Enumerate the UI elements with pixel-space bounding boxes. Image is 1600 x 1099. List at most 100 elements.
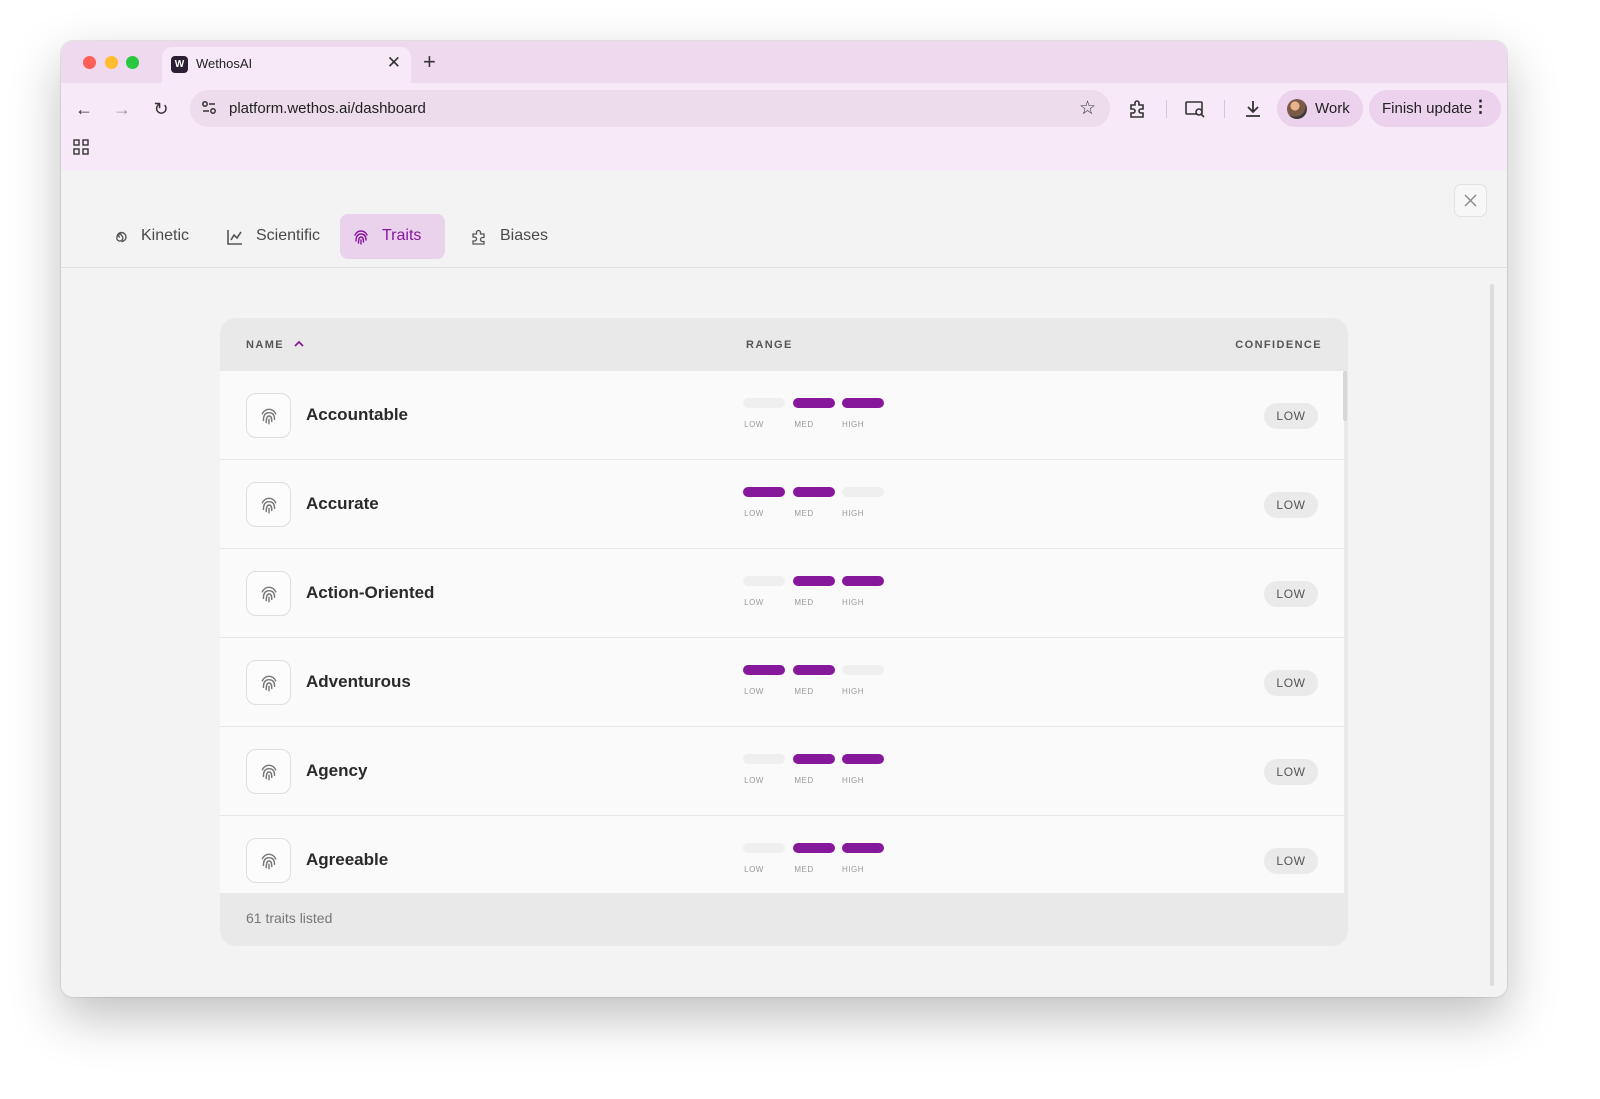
url-text[interactable]: platform.wethos.ai/dashboard [229, 100, 426, 117]
tab-kinetic[interactable]: Kinetic [99, 214, 199, 259]
range-segment [743, 665, 785, 675]
trait-name: Action-Oriented [306, 583, 435, 602]
range-indicator: LOW MED HIGH [743, 576, 893, 612]
close-window-button[interactable] [83, 56, 96, 69]
back-icon[interactable]: ← [72, 97, 96, 121]
column-header-name[interactable]: NAME [246, 339, 284, 351]
new-tab-icon[interactable]: + [423, 49, 436, 75]
confidence-badge: LOW [1264, 759, 1318, 785]
toolbar-divider [1224, 100, 1225, 118]
table-scrollbar[interactable] [1343, 371, 1347, 421]
tab-scientific[interactable]: Scientific [214, 214, 334, 259]
range-label: MED [794, 687, 814, 696]
fingerprint-icon [261, 586, 277, 603]
trait-icon [246, 660, 291, 705]
sort-ascending-icon[interactable] [292, 337, 306, 351]
column-header-range: RANGE [746, 339, 793, 351]
trait-name: Agency [306, 761, 368, 780]
dashboard-page: Kinetic Scientific Traits Biases NAME RA… [61, 171, 1507, 997]
trait-icon [246, 749, 291, 794]
tab-label: Biases [500, 227, 549, 244]
table-row[interactable]: Adventurous LOW MED HIGH LOW [220, 638, 1344, 727]
finish-update-button[interactable]: Finish update ⋮ [1369, 90, 1501, 127]
wethos-favicon-icon: W [171, 56, 188, 73]
apps-grid-icon[interactable] [73, 139, 89, 155]
range-label: HIGH [842, 776, 864, 785]
trait-name: Adventurous [306, 672, 411, 691]
range-label: HIGH [842, 598, 864, 607]
confidence-badge: LOW [1264, 581, 1318, 607]
range-indicator: LOW MED HIGH [743, 398, 893, 434]
table-row[interactable]: Accurate LOW MED HIGH LOW [220, 460, 1344, 549]
tab-label: Scientific [256, 227, 321, 244]
table-row[interactable]: Action-Oriented LOW MED HIGH LOW [220, 549, 1344, 638]
finish-update-label: Finish update [1382, 100, 1473, 117]
range-label: LOW [744, 776, 764, 785]
traits-count: 61 traits listed [246, 910, 333, 926]
range-segment [743, 754, 785, 764]
fingerprint-icon [354, 230, 368, 245]
trait-name: Agreeable [306, 850, 389, 869]
close-panel-button[interactable] [1454, 184, 1487, 217]
tab-label: Kinetic [141, 227, 190, 244]
more-menu-icon[interactable]: ⋮ [1472, 97, 1489, 117]
address-bar[interactable]: platform.wethos.ai/dashboard ☆ [190, 90, 1110, 127]
range-label: LOW [744, 420, 764, 429]
toolbar-divider [1166, 100, 1167, 118]
close-icon [1464, 194, 1477, 207]
extensions-icon[interactable] [1126, 97, 1150, 121]
fingerprint-icon [261, 408, 277, 425]
table-body: Accountable LOW MED HIGH LOW Accurate LOW MED HI… [220, 371, 1344, 893]
tab-close-icon[interactable]: ✕ [387, 53, 401, 73]
tab-title: WethosAI [196, 56, 253, 71]
page-scrollbar[interactable] [1490, 284, 1494, 986]
profile-label: Work [1315, 100, 1350, 117]
range-label: MED [794, 598, 814, 607]
range-label: HIGH [842, 687, 864, 696]
range-label: HIGH [842, 509, 864, 518]
table-row[interactable]: Accountable LOW MED HIGH LOW [220, 371, 1344, 460]
range-segment [842, 665, 884, 675]
browser-window: W WethosAI ✕ + ← → ↻ platform.wethos.ai/… [61, 41, 1507, 997]
range-segment [842, 754, 884, 764]
range-label: HIGH [842, 420, 864, 429]
trait-name: Accountable [306, 405, 409, 424]
tab-biases[interactable]: Biases [458, 214, 558, 259]
range-indicator: LOW MED HIGH [743, 843, 893, 879]
avatar [1287, 99, 1307, 119]
table-row[interactable]: Agreeable LOW MED HIGH LOW [220, 816, 1344, 893]
range-segment [842, 487, 884, 497]
range-indicator: LOW MED HIGH [743, 487, 893, 523]
range-segment [842, 576, 884, 586]
range-segment [793, 754, 835, 764]
range-segment [793, 487, 835, 497]
trait-name: Accurate [306, 494, 379, 513]
tab-traits[interactable]: Traits [340, 214, 445, 259]
browser-tab[interactable]: W WethosAI ✕ [162, 47, 411, 83]
range-indicator: LOW MED HIGH [743, 665, 893, 701]
minimize-window-button[interactable] [105, 56, 118, 69]
site-settings-icon[interactable] [200, 99, 218, 117]
range-segment [793, 843, 835, 853]
spiral-icon [116, 231, 127, 243]
forward-icon[interactable]: → [110, 97, 134, 121]
fingerprint-icon [261, 675, 277, 692]
trait-icon [246, 571, 291, 616]
range-segment [743, 398, 785, 408]
range-segment [842, 398, 884, 408]
range-label: LOW [744, 509, 764, 518]
reload-icon[interactable]: ↻ [149, 97, 173, 121]
bookmark-star-icon[interactable]: ☆ [1079, 97, 1096, 120]
range-segment [793, 665, 835, 675]
maximize-window-button[interactable] [126, 56, 139, 69]
screen-search-icon[interactable] [1183, 97, 1207, 121]
range-label: MED [794, 420, 814, 429]
range-label: HIGH [842, 865, 864, 874]
fingerprint-icon [261, 853, 277, 870]
range-segment [743, 576, 785, 586]
table-row[interactable]: Agency LOW MED HIGH LOW [220, 727, 1344, 816]
range-segment [842, 843, 884, 853]
puzzle-icon [472, 229, 485, 245]
download-icon[interactable] [1241, 97, 1265, 121]
profile-button[interactable]: Work [1277, 90, 1363, 127]
